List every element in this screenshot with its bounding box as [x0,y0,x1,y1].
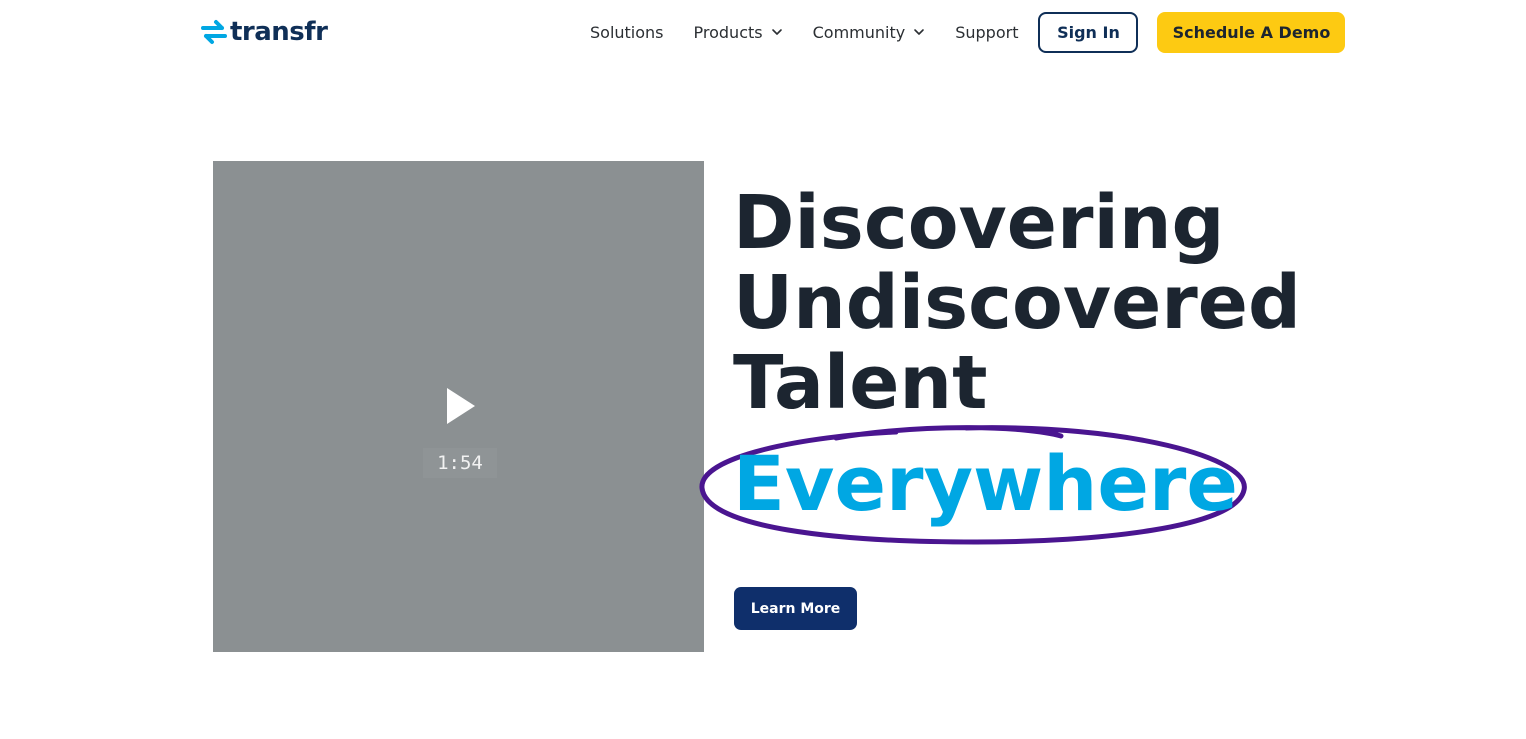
headline-line: Discovering [733,180,1225,266]
nav-item-community[interactable]: Community [813,23,926,42]
main-nav: Solutions Products Community Support Sig… [590,11,1346,53]
nav-label-products: Products [693,22,763,42]
transfer-arrows-icon [201,20,227,44]
nav-item-products[interactable]: Products [694,23,783,42]
headline-line: Talent [733,340,988,426]
video-duration: 1:54 [423,448,497,478]
sign-in-button[interactable]: Sign In [1038,11,1139,53]
nav-label-support: Support [955,22,1019,42]
headline-line: Undiscovered [733,260,1301,346]
logo-text: transfr [230,17,328,47]
nav-label-solutions: Solutions [590,22,664,42]
learn-more-button[interactable]: Learn More [734,587,857,630]
schedule-demo-button[interactable]: Schedule A Demo [1157,11,1346,53]
hero-headline: Discovering Undiscovered Talent [733,183,1301,423]
site-header: transfr Solutions Products Community Sup… [0,0,1526,64]
logo[interactable]: transfr [201,16,328,48]
chevron-down-icon [771,29,782,35]
highlight-word: Everywhere [733,439,1238,528]
nav-label-community: Community [812,22,906,42]
play-icon[interactable] [446,387,476,425]
nav-item-solutions[interactable]: Solutions [590,23,664,42]
chevron-down-icon [914,29,925,35]
nav-item-support[interactable]: Support [955,23,1018,42]
